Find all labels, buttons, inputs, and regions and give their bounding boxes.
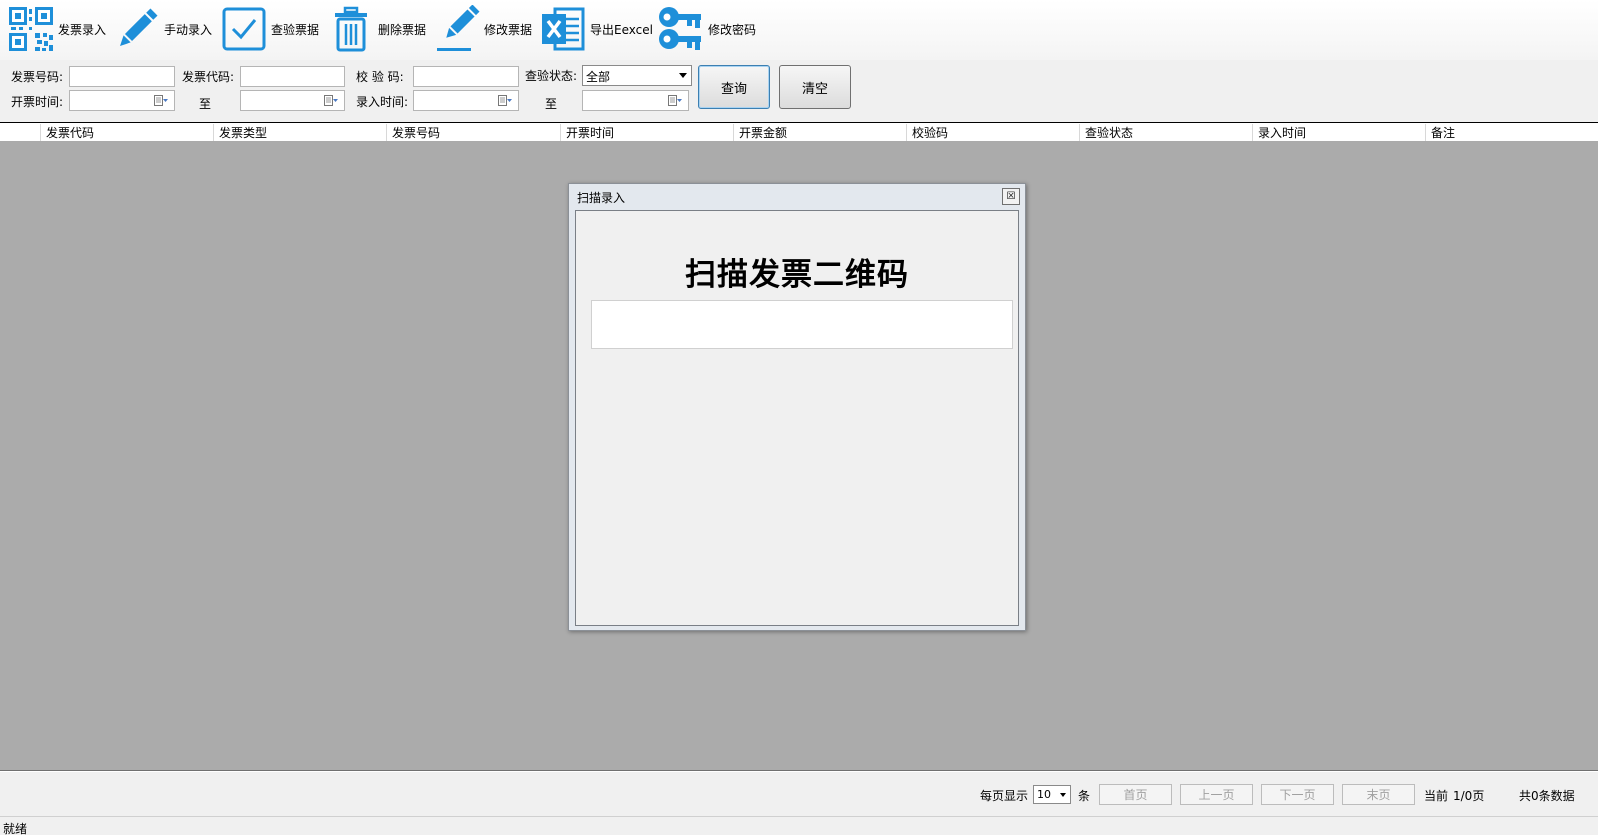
invoice-entry-button[interactable]: 发票录入	[6, 4, 106, 54]
last-page-button[interactable]: 末页	[1342, 784, 1415, 805]
invoice-code-input[interactable]	[240, 66, 345, 87]
issue-time-to-label: 至	[199, 97, 212, 111]
chevron-down-icon	[679, 73, 687, 78]
excel-icon	[538, 4, 588, 54]
per-page-select[interactable]: 10	[1033, 785, 1071, 804]
scan-entry-dialog: 扫描录入 ☒ 扫描发票二维码	[568, 183, 1026, 631]
pagination-bar: 每页显示 10 条 首页 上一页 下一页 末页 当前 1/0页 共0条数据	[0, 772, 1598, 816]
grid-header: 发票代码 发票类型 发票号码 开票时间 开票金额 校验码 查验状态 录入时间 备…	[0, 122, 1598, 142]
column-header-invoice-number[interactable]: 发票号码	[386, 124, 440, 141]
pencil-underline-icon	[432, 4, 482, 54]
dialog-heading: 扫描发票二维码	[685, 257, 909, 293]
total-records: 共0条数据	[1519, 789, 1575, 803]
first-page-button[interactable]: 首页	[1099, 784, 1172, 805]
invoice-entry-label: 发票录入	[58, 22, 107, 37]
per-page-unit: 条	[1078, 789, 1091, 803]
qr-code-input[interactable]	[591, 300, 1013, 349]
per-page-label: 每页显示	[980, 789, 1029, 803]
invoice-number-label: 发票号码:	[11, 70, 64, 84]
prev-page-button[interactable]: 上一页	[1180, 784, 1253, 805]
checkbox-check-icon	[219, 4, 269, 54]
export-excel-label: 导出Eexcel	[590, 22, 653, 37]
invoice-number-input[interactable]	[69, 66, 175, 87]
column-header-invoice-code[interactable]: 发票代码	[40, 124, 94, 141]
current-page-label: 当前	[1424, 789, 1449, 803]
check-status-select[interactable]: 全部	[582, 65, 692, 86]
verify-invoice-label: 查验票据	[271, 22, 320, 37]
issue-time-from-date[interactable]	[69, 90, 175, 111]
manual-entry-label: 手动录入	[164, 22, 213, 37]
filter-panel: 发票号码: 发票代码: 校 验 码: 查验状态: 全部 开票时间: 至 录入时间…	[0, 60, 1598, 122]
check-code-input[interactable]	[413, 66, 519, 87]
edit-invoice-label: 修改票据	[484, 22, 533, 37]
delete-invoice-label: 删除票据	[378, 22, 427, 37]
verify-invoice-button[interactable]: 查验票据	[219, 4, 319, 54]
per-page-value: 10	[1037, 788, 1051, 801]
column-header-check-status[interactable]: 查验状态	[1079, 124, 1133, 141]
invoice-code-label: 发票代码:	[182, 70, 235, 84]
dialog-title: 扫描录入	[577, 191, 626, 205]
clear-button[interactable]: 清空	[779, 65, 851, 109]
query-button[interactable]: 查询	[698, 65, 770, 109]
pencil-icon	[112, 4, 162, 54]
issue-time-label: 开票时间:	[11, 95, 64, 109]
keys-icon	[656, 4, 706, 54]
next-page-button[interactable]: 下一页	[1261, 784, 1334, 805]
entry-time-to-label: 至	[545, 97, 558, 111]
entry-time-label: 录入时间:	[356, 95, 409, 109]
manual-entry-button[interactable]: 手动录入	[112, 4, 212, 54]
check-status-label: 查验状态:	[525, 69, 578, 83]
close-button[interactable]: ☒	[1002, 188, 1020, 205]
qr-code-icon	[6, 4, 56, 54]
dialog-content: 扫描发票二维码	[575, 210, 1019, 626]
column-header-entry-time[interactable]: 录入时间	[1252, 124, 1306, 141]
entry-time-from-date[interactable]	[413, 90, 519, 111]
column-header-amount[interactable]: 开票金额	[733, 124, 787, 141]
edit-invoice-button[interactable]: 修改票据	[432, 4, 532, 54]
change-password-label: 修改密码	[708, 22, 757, 37]
check-status-value: 全部	[586, 70, 611, 84]
column-header-issue-time[interactable]: 开票时间	[560, 124, 614, 141]
check-code-label: 校 验 码:	[356, 70, 404, 84]
delete-invoice-button[interactable]: 删除票据	[326, 4, 426, 54]
calendar-dropdown-icon	[498, 95, 512, 106]
calendar-dropdown-icon	[324, 95, 338, 106]
export-excel-button[interactable]: 导出Eexcel	[538, 4, 653, 54]
trash-icon	[326, 4, 376, 54]
column-header-invoice-type[interactable]: 发票类型	[213, 124, 267, 141]
column-header-check-code[interactable]: 校验码	[906, 124, 948, 141]
chevron-down-icon	[1060, 793, 1066, 797]
calendar-dropdown-icon	[154, 95, 168, 106]
close-icon: ☒	[1006, 190, 1016, 202]
toolbar: 发票录入 手动录入 查验票据 删除票据 修改票据 导出Eexcel 修改密码	[0, 0, 1598, 60]
change-password-button[interactable]: 修改密码	[656, 4, 756, 54]
status-bar: 就绪	[0, 816, 1598, 835]
calendar-dropdown-icon	[668, 95, 682, 106]
column-header-remarks[interactable]: 备注	[1425, 124, 1455, 141]
current-page-value: 1/0页	[1453, 789, 1485, 803]
entry-time-to-date[interactable]	[582, 90, 689, 111]
issue-time-to-date[interactable]	[240, 90, 345, 111]
status-text: 就绪	[3, 822, 28, 835]
